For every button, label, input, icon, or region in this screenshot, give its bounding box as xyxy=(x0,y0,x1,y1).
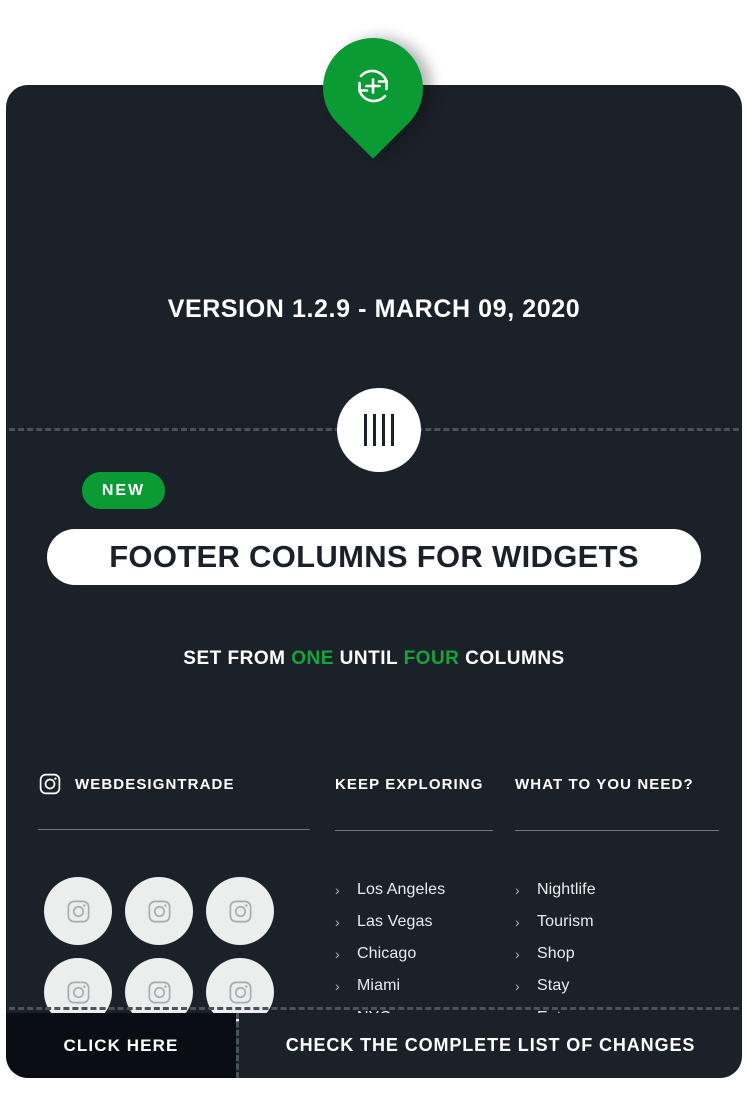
footer-column-heading: KEEP EXPLORING xyxy=(335,775,484,793)
subtitle-part-1: SET FROM xyxy=(183,648,292,669)
social-link-instagram[interactable] xyxy=(44,877,112,945)
instagram-icon xyxy=(148,900,170,922)
feature-title-pill: FOOTER COLUMNS FOR WIDGETS xyxy=(47,529,701,585)
chevron-right-icon: › xyxy=(335,946,340,962)
column-bar xyxy=(391,414,394,446)
footer-column-heading: WEBDESIGNTRADE xyxy=(38,770,310,798)
subtitle-highlight-one: ONE xyxy=(291,648,334,669)
subtitle-highlight-four: FOUR xyxy=(403,648,460,669)
column-rule xyxy=(335,830,493,831)
instagram-icon xyxy=(148,981,170,1003)
instagram-icon xyxy=(229,981,251,1003)
link-list-what-you-need: ›Nightlife ›Tourism ›Shop ›Stay ›Eat xyxy=(515,874,695,1034)
instagram-icon xyxy=(38,772,62,796)
link-list-keep-exploring: › Los Angeles › Las Vegas › Chicago › Miami … xyxy=(335,874,505,1034)
list-item[interactable]: › Nightlife xyxy=(515,874,695,906)
list-item[interactable]: › Tourism xyxy=(515,906,695,938)
link-label: Tourism xyxy=(537,913,594,930)
list-item[interactable]: › Los Angeles xyxy=(335,874,505,906)
column-bar xyxy=(382,414,385,446)
link-label: Chicago xyxy=(357,945,417,962)
refresh-plus-icon xyxy=(358,69,388,103)
list-item[interactable]: › Las Vegas xyxy=(335,906,505,938)
chevron-right-icon: › xyxy=(515,946,520,962)
brand-name: WEBDESIGNTRADE xyxy=(75,775,235,793)
link-label: Nightlife xyxy=(537,881,596,898)
feature-subtitle: SET FROM ONE UNTIL FOUR COLUMNS xyxy=(6,648,742,670)
list-item[interactable]: › Chicago xyxy=(335,938,505,970)
version-line: VERSION 1.2.9 - MARCH 09, 2020 xyxy=(167,295,581,323)
new-badge: NEW xyxy=(82,472,165,509)
link-label: Las Vegas xyxy=(357,913,433,930)
footer-column-brand: WEBDESIGNTRADE xyxy=(38,770,310,830)
list-item[interactable]: › Shop xyxy=(515,938,695,970)
feature-title: FOOTER COLUMNS FOR WIDGETS xyxy=(109,539,639,574)
footer-column-heading: WHAT TO YOU NEED? xyxy=(515,775,694,793)
four-columns-icon xyxy=(337,388,421,472)
bottom-divider-dashed xyxy=(6,1007,742,1010)
instagram-icon xyxy=(229,900,251,922)
social-link-instagram[interactable] xyxy=(125,877,193,945)
check-changelog-button[interactable]: CHECK THE COMPLETE LIST OF CHANGES xyxy=(239,1013,742,1078)
update-marker xyxy=(302,17,444,163)
footer-column-keep-exploring: KEEP EXPLORING xyxy=(335,770,493,831)
bottom-action-bar: CLICK HERE CHECK THE COMPLETE LIST OF CH… xyxy=(6,1013,742,1078)
chevron-right-icon: › xyxy=(335,914,340,930)
column-bar xyxy=(373,414,376,446)
list-item[interactable]: › Miami xyxy=(335,970,505,1002)
click-here-button[interactable]: CLICK HERE xyxy=(6,1013,236,1078)
column-bar xyxy=(364,414,367,446)
column-rule xyxy=(515,830,719,831)
subtitle-part-3: COLUMNS xyxy=(459,648,565,669)
screenshot-root: VERSION 1.2.9 - MARCH 09, 2020 NEW FOOTE… xyxy=(0,0,748,1106)
chevron-right-icon: › xyxy=(335,882,340,898)
chevron-right-icon: › xyxy=(515,978,520,994)
announcement-card: VERSION 1.2.9 - MARCH 09, 2020 NEW FOOTE… xyxy=(6,85,742,1078)
chevron-right-icon: › xyxy=(515,882,520,898)
link-label: Los Angeles xyxy=(357,881,446,898)
subtitle-part-2: UNTIL xyxy=(333,648,404,669)
instagram-icon xyxy=(67,900,89,922)
social-link-instagram[interactable] xyxy=(206,877,274,945)
instagram-icon xyxy=(67,981,89,1003)
link-label: Miami xyxy=(357,977,401,994)
link-label: Stay xyxy=(537,977,570,994)
chevron-right-icon: › xyxy=(335,978,340,994)
chevron-right-icon: › xyxy=(515,914,520,930)
social-icon-grid xyxy=(44,877,310,1026)
link-label: Shop xyxy=(537,945,575,962)
footer-column-what-you-need: WHAT TO YOU NEED? xyxy=(515,770,719,831)
list-item[interactable]: › Stay xyxy=(515,970,695,1002)
column-rule xyxy=(38,829,310,830)
